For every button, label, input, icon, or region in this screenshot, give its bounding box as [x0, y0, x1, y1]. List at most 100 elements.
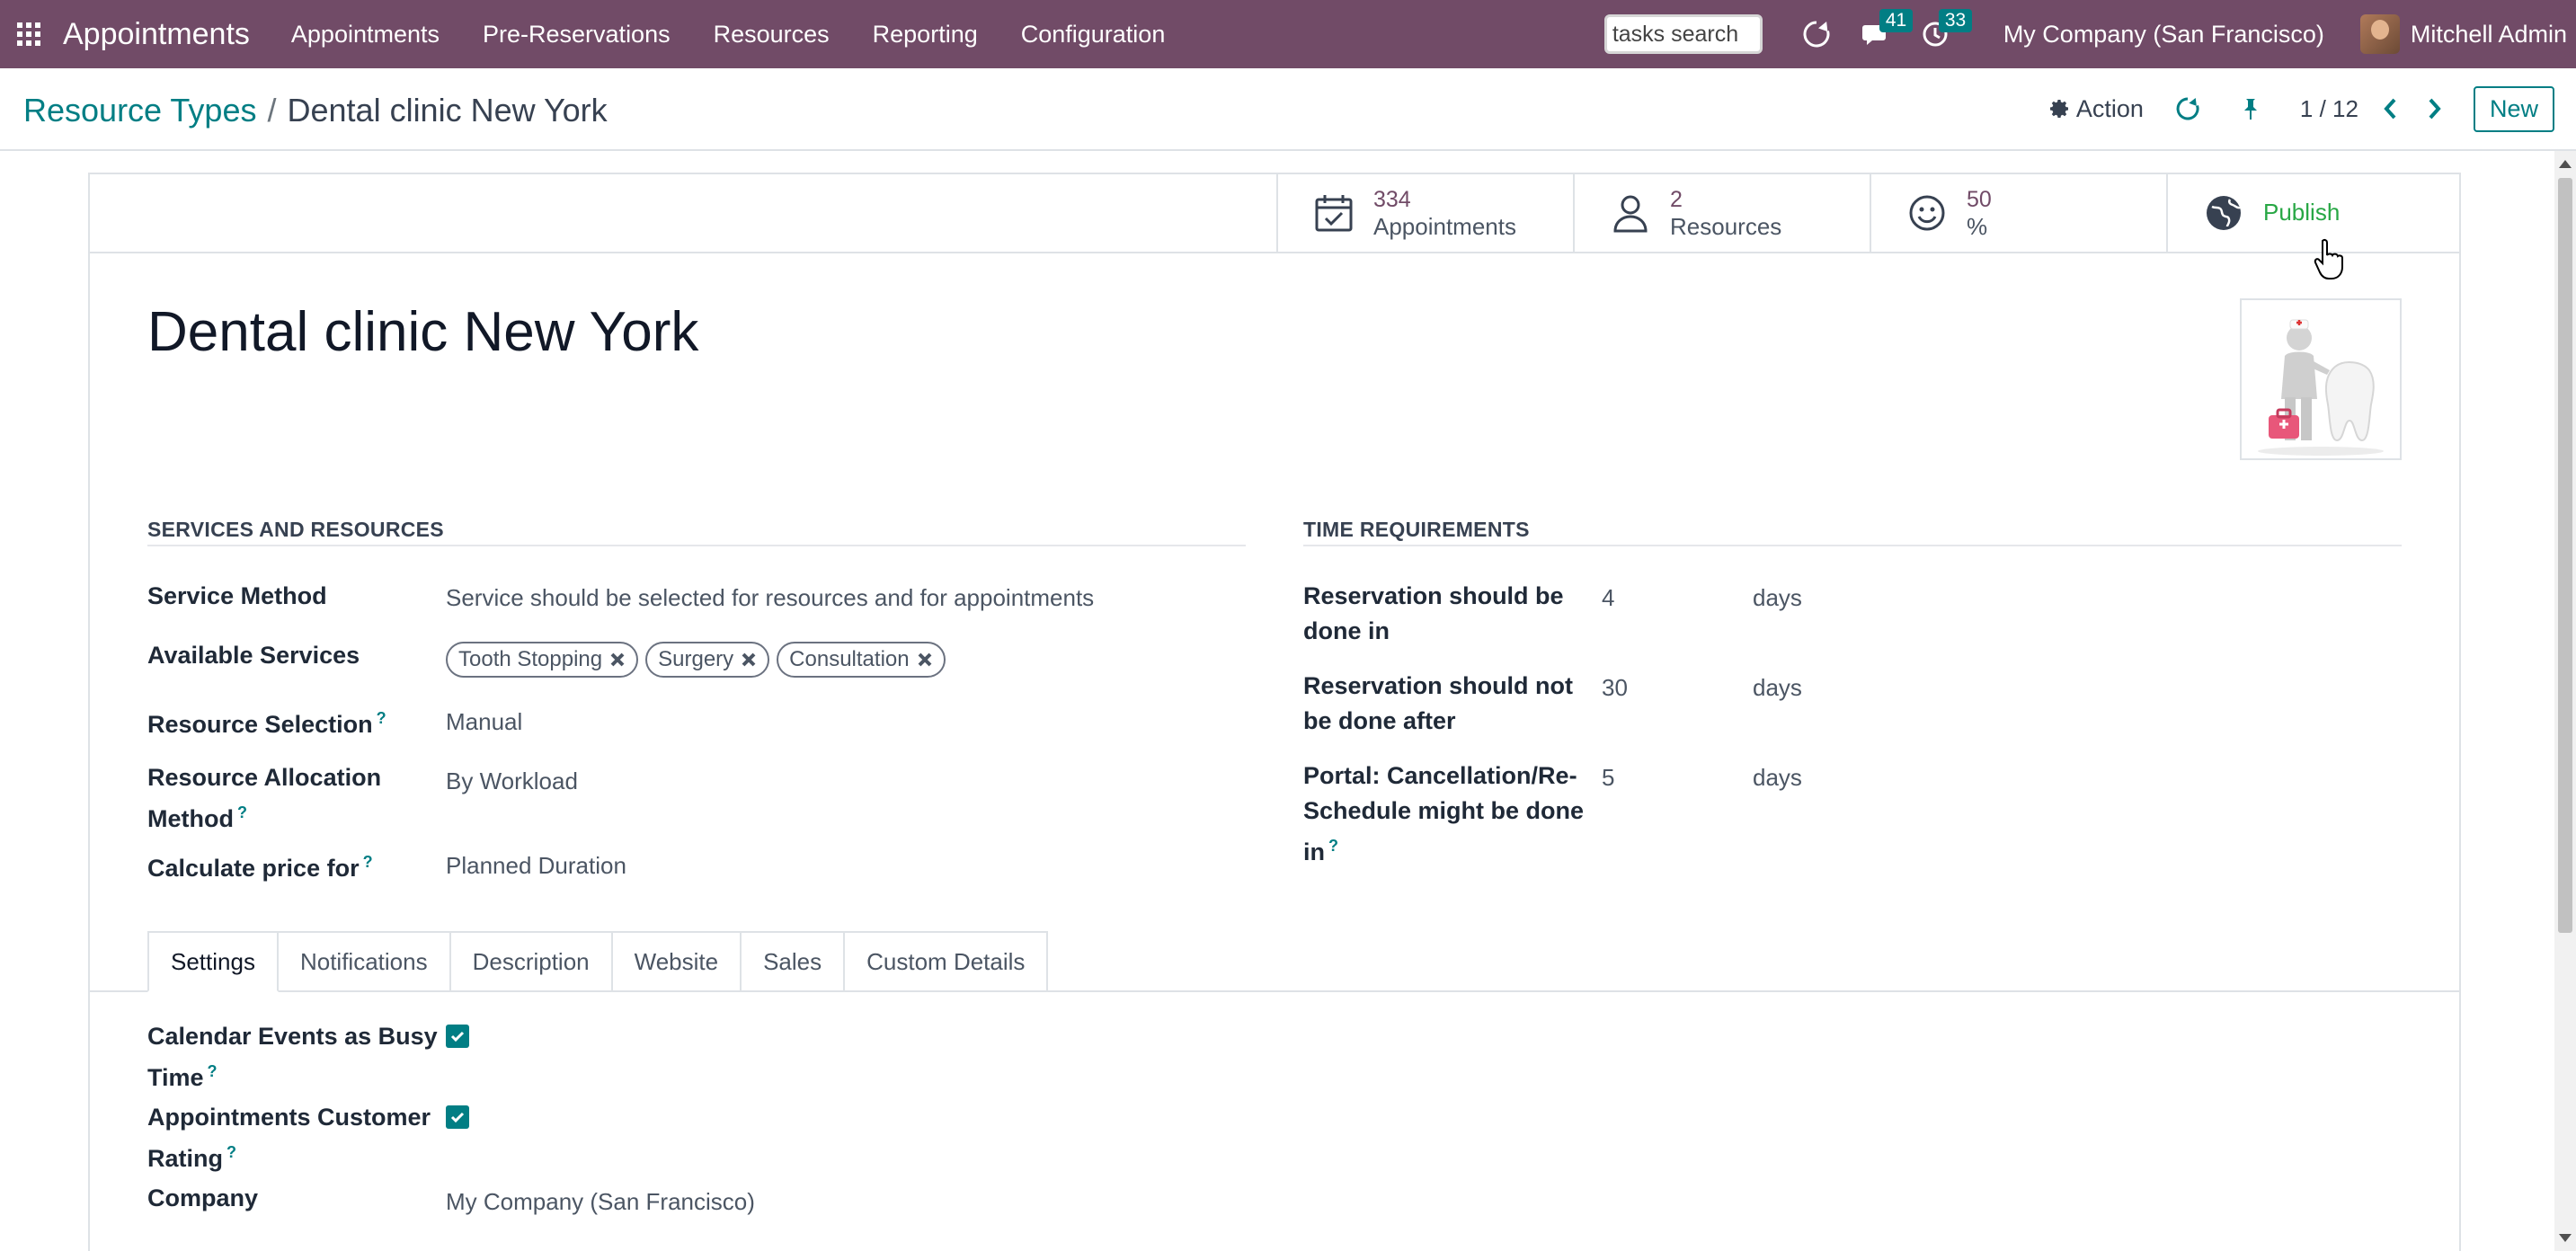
resources-stat-button[interactable]: 2 Resources: [1573, 174, 1870, 252]
refresh-icon[interactable]: [1799, 16, 1834, 52]
time-section-title: TIME REQUIREMENTS: [1303, 518, 1530, 541]
rating-unit: %: [1967, 213, 1988, 240]
scroll-thumb[interactable]: [2558, 178, 2572, 933]
menu-reporting[interactable]: Reporting: [851, 0, 999, 68]
help-tooltip-icon[interactable]: ?: [363, 853, 373, 871]
scroll-up-icon[interactable]: [2559, 160, 2572, 168]
not-after-label-line1: Reservation should not: [1303, 672, 1574, 699]
portal-label-line1: Portal: Cancellation/Re-: [1303, 762, 1577, 789]
reservation-not-after-field[interactable]: 30: [1602, 670, 1628, 705]
sync-icon[interactable]: [2174, 95, 2201, 122]
rating-stat-button[interactable]: 50 %: [1870, 174, 2166, 252]
reservation-not-after-label: Reservation should not be done after: [1303, 669, 1573, 739]
rating-label-line1: Appointments Customer: [147, 1104, 431, 1131]
user-icon: [1609, 191, 1652, 235]
calculate-price-label-text: Calculate price for: [147, 855, 360, 882]
menu-resources[interactable]: Resources: [692, 0, 851, 68]
menu-pre-reservations[interactable]: Pre-Reservations: [461, 0, 692, 68]
messages-badge: 41: [1879, 9, 1914, 32]
help-tooltip-icon[interactable]: ?: [1328, 837, 1338, 855]
busy-label-line1: Calendar Events as Busy: [147, 1023, 438, 1050]
portal-label-line2: Schedule might be done: [1303, 797, 1585, 824]
reservation-done-in-label: Reservation should be done in: [1303, 579, 1564, 649]
remove-tag-icon[interactable]: [741, 652, 757, 668]
vertical-scrollbar[interactable]: [2554, 151, 2576, 1251]
pager-value[interactable]: 1 / 12: [2300, 95, 2358, 123]
remove-tag-icon[interactable]: [609, 652, 626, 668]
tasks-search-input[interactable]: [1603, 14, 1763, 54]
time-section-divider: [1303, 545, 2402, 546]
calculate-price-label: Calculate price for?: [147, 845, 373, 886]
new-button[interactable]: New: [2473, 85, 2554, 132]
tag-consultation[interactable]: Consultation: [777, 642, 946, 678]
company-switcher[interactable]: My Company (San Francisco): [2003, 21, 2324, 49]
customer-rating-checkbox[interactable]: [446, 1105, 469, 1129]
publish-label: Publish: [2263, 198, 2341, 226]
reservation-done-in-unit: days: [1753, 584, 1802, 611]
appointments-stat-button[interactable]: 334 Appointments: [1276, 174, 1573, 252]
available-services-field[interactable]: Tooth Stopping Surgery Consultation: [446, 642, 953, 678]
help-tooltip-icon[interactable]: ?: [237, 803, 247, 821]
top-navbar: Appointments Appointments Pre-Reservatio…: [0, 0, 2576, 68]
calculate-price-field[interactable]: Planned Duration: [446, 848, 626, 883]
portal-cancellation-field[interactable]: 5: [1602, 760, 1614, 795]
help-tooltip-icon[interactable]: ?: [227, 1143, 236, 1161]
breadcrumb: Resource Types / Dental clinic New York: [23, 92, 608, 129]
tab-settings[interactable]: Settings: [147, 931, 279, 992]
rating-value: 50: [1967, 187, 1992, 212]
breadcrumb-current: Dental clinic New York: [287, 92, 608, 129]
menu-appointments[interactable]: Appointments: [270, 0, 461, 68]
tag-label: Surgery: [658, 647, 734, 671]
menu-configuration[interactable]: Configuration: [999, 0, 1187, 68]
remove-tag-icon[interactable]: [917, 652, 933, 668]
tab-custom-details[interactable]: Custom Details: [845, 931, 1049, 992]
service-method-label: Service Method: [147, 582, 327, 609]
checkmark-icon: [450, 1031, 465, 1042]
portal-cancellation-label: Portal: Cancellation/Re- Schedule might …: [1303, 759, 1584, 870]
help-tooltip-icon[interactable]: ?: [377, 709, 386, 727]
resource-selection-field[interactable]: Manual: [446, 705, 522, 740]
resource-selection-label-text: Resource Selection: [147, 711, 373, 738]
calendar-check-icon: [1312, 191, 1355, 235]
pager-previous-icon[interactable]: [2378, 95, 2402, 122]
tab-description[interactable]: Description: [450, 931, 613, 992]
tag-tooth-stopping[interactable]: Tooth Stopping: [446, 642, 639, 678]
user-menu[interactable]: Mitchell Admin: [2411, 21, 2567, 49]
scroll-down-icon[interactable]: [2559, 1234, 2572, 1242]
activities-clock-icon[interactable]: 33: [1917, 9, 1973, 52]
tab-sales[interactable]: Sales: [742, 931, 846, 992]
apps-menu-icon[interactable]: [0, 0, 58, 68]
appointments-count: 334: [1373, 187, 1411, 212]
reservation-not-after-unit: days: [1753, 674, 1802, 701]
record-title[interactable]: Dental clinic New York: [147, 300, 698, 364]
reservation-done-in-field[interactable]: 4: [1602, 581, 1614, 616]
available-services-label: Available Services: [147, 642, 360, 669]
resource-selection-label: Resource Selection?: [147, 701, 386, 742]
allocation-method-field[interactable]: By Workload: [446, 764, 578, 799]
tab-notifications[interactable]: Notifications: [278, 931, 451, 992]
record-image[interactable]: [2240, 298, 2402, 460]
help-tooltip-icon[interactable]: ?: [208, 1062, 218, 1080]
resources-count: 2: [1670, 187, 1683, 212]
service-method-field[interactable]: Service should be selected for resources…: [446, 581, 1094, 616]
main-menu: Appointments Pre-Reservations Resources …: [270, 0, 1186, 68]
busy-time-checkbox[interactable]: [446, 1025, 469, 1048]
action-button[interactable]: Action: [2049, 95, 2144, 123]
breadcrumb-resource-types[interactable]: Resource Types: [23, 92, 256, 129]
pin-icon[interactable]: [2237, 95, 2264, 122]
busy-label-line2: Time: [147, 1064, 204, 1091]
tag-label: Consultation: [789, 647, 910, 671]
pager-next-icon[interactable]: [2423, 95, 2447, 122]
messages-icon[interactable]: 41: [1858, 9, 1914, 52]
user-avatar[interactable]: [2359, 14, 2400, 54]
dentist-tooth-image: [2258, 319, 2384, 456]
app-brand[interactable]: Appointments: [63, 17, 250, 52]
tab-website[interactable]: Website: [612, 931, 742, 992]
services-section-divider: [147, 545, 1246, 546]
action-label: Action: [2075, 94, 2144, 122]
busy-time-label: Calendar Events as Busy Time?: [147, 1019, 438, 1096]
tag-surgery[interactable]: Surgery: [645, 642, 770, 678]
services-section-title: SERVICES AND RESOURCES: [147, 518, 444, 541]
company-field[interactable]: My Company (San Francisco): [446, 1184, 755, 1220]
company-label: Company: [147, 1184, 259, 1211]
